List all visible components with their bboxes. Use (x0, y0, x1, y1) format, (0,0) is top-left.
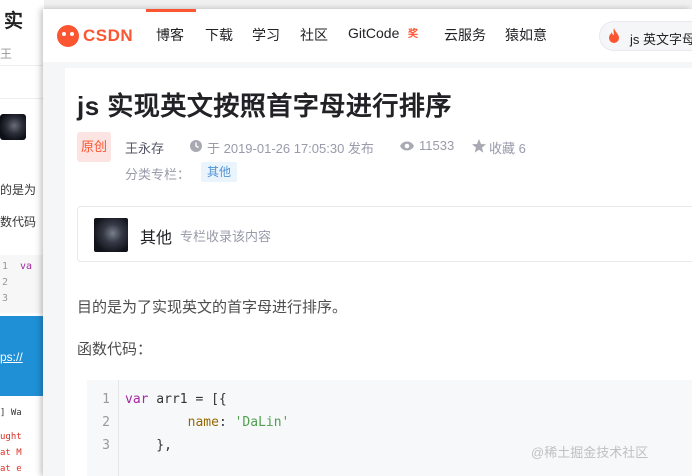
csdn-browser-window: CSDN 博客 下载 学习 社区 GitCode 奖 云服务 猿如意 js 英文… (43, 9, 692, 476)
original-badge: 原创 (77, 132, 111, 162)
favorite-count[interactable]: 收藏 6 (489, 138, 526, 157)
nav-item-gitcode[interactable]: GitCode (348, 25, 399, 41)
article-paragraph: 函数代码： (77, 341, 153, 358)
article-meta: 原创 王永存 于 2019-01-26 17:05:30 发布 11533 收藏… (77, 132, 692, 192)
line-number: 2 (102, 415, 110, 430)
console-line: ] Wa (0, 408, 22, 418)
line-number: 3 (102, 438, 110, 453)
nav-item-cloud[interactable]: 云服务 (444, 25, 486, 45)
background-code-text: va (20, 261, 33, 272)
article-title: js 实现英文按照首字母进行排序 (77, 91, 452, 121)
code-string: 'DaLin' (234, 415, 290, 430)
background-link[interactable]: ps:// (0, 350, 23, 364)
search-text: js 英文字母 (630, 32, 692, 47)
nav-item-blog[interactable]: 博客 (156, 25, 184, 45)
line-number: 1 (102, 392, 110, 407)
background-author: 王 (0, 47, 13, 61)
article-paragraph: 目的是为了实现英文的首字母进行排序。 (77, 299, 348, 316)
code-property: name (187, 415, 219, 430)
code-gutter: 1 2 3 (87, 380, 119, 476)
code-block: 1 2 3 var arr1 = [{ name: 'DaLin' }, (87, 380, 692, 476)
background-line-number: 1 (2, 261, 9, 272)
code-line: var arr1 = [{ (125, 392, 227, 407)
code-text: arr1 = [{ (148, 392, 227, 407)
csdn-logo-icon (57, 25, 79, 47)
author-name[interactable]: 王永存 (125, 138, 164, 157)
code-keyword: var (125, 392, 149, 407)
console-line: at e (0, 464, 22, 474)
column-description: 专栏收录该内容 (180, 229, 272, 244)
code-text: }, (125, 438, 172, 453)
column-box[interactable]: 其他 专栏收录该内容 (77, 206, 692, 262)
article-card: js 实现英文按照首字母进行排序 原创 王永存 于 2019-01-26 17:… (65, 68, 692, 476)
eye-icon (400, 141, 414, 151)
background-window: 实 王 的是为 数代码 1 2 3 va ps:// ] Wa ught at … (0, 0, 44, 476)
csdn-logo[interactable]: CSDN (57, 23, 141, 49)
nav-active-indicator (146, 9, 196, 12)
search-input[interactable]: js 英文字母 (599, 21, 692, 51)
nav-item-community[interactable]: 社区 (300, 25, 328, 45)
background-line-number: 3 (2, 293, 9, 304)
top-navigation: CSDN 博客 下载 学习 社区 GitCode 奖 云服务 猿如意 js 英文… (43, 9, 692, 62)
console-line: at M (0, 448, 22, 458)
publish-date: 于 2019-01-26 17:05:30 发布 (207, 141, 374, 156)
background-paragraph: 数代码 (0, 215, 37, 229)
clock-icon (190, 140, 202, 152)
background-code-block: 1 2 3 va (0, 255, 44, 313)
gitcode-reward-badge: 奖 (408, 29, 418, 40)
background-line-number: 2 (2, 277, 9, 288)
flame-icon (609, 28, 619, 43)
background-column-box (0, 65, 44, 99)
background-paragraph: 的是为 (0, 183, 37, 197)
star-icon (472, 139, 486, 153)
column-avatar (94, 218, 128, 252)
nav-item-learn[interactable]: 学习 (252, 25, 280, 45)
nav-item-yuanruyi[interactable]: 猿如意 (505, 25, 547, 45)
logo-text: CSDN (83, 26, 134, 45)
column-name[interactable]: 其他 (140, 224, 172, 248)
code-colon: : (218, 415, 235, 430)
code-line: }, (125, 438, 172, 453)
code-line: name: 'DaLin' (125, 415, 290, 430)
category-label: 分类专栏： (125, 167, 191, 182)
nav-item-download[interactable]: 下载 (205, 25, 233, 45)
background-console: ] Wa ught at M at e (0, 404, 44, 476)
watermark: @稀土掘金技术社区 (531, 445, 649, 460)
background-avatar (0, 114, 26, 140)
category-tag[interactable]: 其他 (201, 162, 238, 182)
background-title: 实 (4, 11, 24, 32)
console-line: ught (0, 432, 22, 442)
view-count: 11533 (419, 138, 455, 153)
